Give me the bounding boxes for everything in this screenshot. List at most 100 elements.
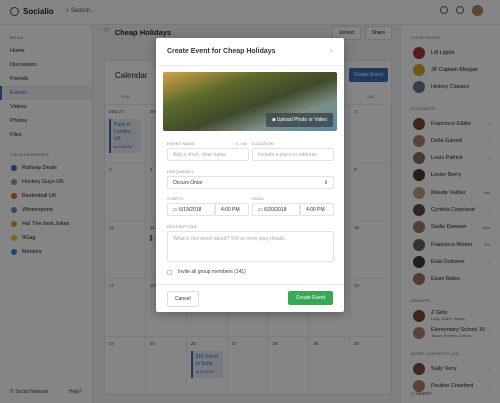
calendar-day[interactable]: 2 [350, 104, 391, 162]
pages-label: YOUR PAGES [411, 35, 441, 40]
help-link[interactable]: Help? [69, 389, 82, 395]
favorite-icon [11, 235, 17, 241]
favorite-item[interactable]: Wintersports [0, 203, 92, 217]
avatar [413, 134, 425, 147]
sidebar-item-discussion[interactable]: Discussion [0, 58, 92, 72]
calendar-day[interactable]: 29 [309, 336, 351, 394]
calendar-event[interactable]: Party in London, UK at 8:00PM [109, 119, 141, 153]
globe-icon[interactable] [440, 6, 448, 14]
avatar [413, 81, 425, 94]
contact-item[interactable]: Essie Bates • [401, 271, 500, 288]
calendar-day[interactable]: 27 [227, 336, 269, 394]
contact-name-wrap: JP Captain Morgan [431, 67, 478, 73]
calendar-day[interactable]: 24 [105, 336, 146, 394]
sidebar-item-friends[interactable]: Friends [0, 72, 92, 86]
invite-checkbox[interactable]: Invite all group members (141) [167, 269, 246, 275]
favorite-item[interactable]: Ha! The best Jokes [0, 217, 92, 231]
avatar [413, 273, 425, 286]
upload-photo-button[interactable]: ◙ Upload Photo or Video [266, 113, 333, 127]
calendar-day[interactable]: 30 [350, 336, 391, 394]
favorite-icon [11, 193, 17, 199]
sidebar-item-files[interactable]: Files [0, 128, 92, 142]
contact-item[interactable]: Z Girls Lucy, Claire, Sarah [401, 307, 500, 324]
groups-label: GROUPS [411, 297, 431, 303]
calendar-day[interactable]: 17 [105, 278, 146, 336]
frequency-select[interactable]: Occurs Once ⇕ [167, 176, 334, 189]
contact-status: • [488, 138, 490, 144]
contact-name-wrap: Francisco Gibbs [431, 121, 471, 127]
contact-item[interactable]: Della Garrett • [401, 132, 500, 149]
contact-status: • [488, 259, 490, 265]
contact-item[interactable]: Cynthia Copeland • [401, 201, 500, 218]
contact-item[interactable]: Maude Valdez 8m [401, 184, 500, 201]
favorite-item[interactable]: Basketball UK [0, 189, 92, 203]
sidebar-item-photos[interactable]: Photos [0, 114, 92, 128]
end-date-input[interactable]: ▭ 6/20/2018 [252, 203, 300, 216]
avatar[interactable] [472, 5, 483, 16]
contact-status: • [488, 330, 490, 336]
calendar-day[interactable]: 10 [105, 220, 146, 278]
contact-name: Della Garrett [431, 137, 463, 144]
location-input[interactable]: Include a place or address [252, 148, 334, 161]
contact-name-wrap: Maude Valdez [431, 190, 466, 196]
create-event-button[interactable]: Create Event [348, 68, 388, 82]
end-time-input[interactable]: 4:00 PM [300, 203, 334, 216]
search-input[interactable]: ⌕ Search... [66, 8, 95, 15]
sidebar-item-home[interactable]: Home [0, 44, 92, 58]
start-time-input[interactable]: 4:00 PM [215, 203, 249, 216]
cancel-button[interactable]: Cancel [167, 291, 199, 307]
contact-item[interactable]: Sadie Dawson 30m [401, 219, 500, 236]
sidebar-item-videos[interactable]: Videos [0, 100, 92, 114]
group-members: Lucy, Claire, Sarah [431, 316, 465, 321]
calendar-event[interactable]: $15 Picnic in Sofia at 9:00PM [190, 351, 223, 378]
weekday-header: SUN [121, 94, 130, 99]
description-textarea[interactable]: What is this event about? Tell us more j… [167, 231, 334, 262]
contact-item[interactable]: Lester Berry • [401, 167, 500, 184]
calendar-day[interactable]: 3 [105, 162, 146, 220]
calendar-day[interactable]: 9 [350, 162, 391, 220]
contact-item[interactable]: Elementary School 16 Jason, Romeo, Carlos… [401, 324, 500, 341]
contact-item[interactable]: Eula Osborne • [401, 253, 500, 270]
close-icon[interactable]: × [329, 49, 333, 55]
contact-item[interactable]: JP Captain Morgan [401, 61, 500, 78]
favorite-icon [11, 221, 17, 227]
calendar-day[interactable]: 28 [268, 336, 310, 394]
contact-item[interactable]: Louis Patrick • [401, 149, 500, 166]
favorite-item[interactable]: Hockey Guys UK [0, 175, 92, 189]
contact-name-wrap: Eula Osborne [431, 259, 465, 265]
favorite-icon [11, 207, 17, 213]
contact-item[interactable]: Sally Terry • [401, 360, 500, 377]
calendar-day[interactable]: 25 [145, 336, 187, 394]
favorite-item[interactable]: Mentors [0, 245, 92, 259]
calendar-day[interactable]: 26 $15 Picnic in Sofia at 9:00PM [186, 336, 228, 394]
logo[interactable]: Socialio [10, 7, 54, 16]
contact-name-wrap: Sadie Dawson [431, 224, 466, 230]
share-button[interactable]: Share [364, 26, 392, 40]
calendar-day[interactable]: May 27 Party in London, UK at 8:00PM [105, 104, 146, 162]
calendar-day[interactable]: 16 [350, 220, 391, 278]
day-number: May 27 [109, 109, 124, 114]
favorite-item[interactable]: Railway Deals [0, 161, 92, 175]
location-label: LOCATION [252, 141, 274, 146]
event-name-input[interactable]: Add a short, clear name [167, 148, 249, 161]
sidebar-item-events[interactable]: Events [0, 86, 92, 100]
select-arrows-icon: ⇕ [323, 179, 328, 186]
contact-item[interactable]: Lift Lights [401, 44, 500, 61]
avatar [413, 363, 425, 376]
day-number: 26 [190, 341, 196, 346]
start-date-input[interactable]: ▭ 6/19/2018 [167, 203, 215, 216]
event-title: $15 Picnic in Sofia [195, 354, 219, 367]
create-event-submit-button[interactable]: Create Event [287, 291, 333, 305]
contact-search-input[interactable]: ⌕ Search... [411, 391, 435, 397]
avatar [413, 169, 425, 182]
contact-item[interactable]: Francisco Weber 1hr [401, 236, 500, 253]
avatar [413, 238, 425, 251]
contact-name-wrap: Z Girls Lucy, Claire, Sarah [431, 310, 465, 321]
calendar-day[interactable]: 23 [350, 278, 391, 336]
contact-item[interactable]: History Classes [401, 79, 500, 96]
notifications-icon[interactable] [456, 6, 464, 14]
contact-item[interactable]: Francisco Gibbs • [401, 115, 500, 132]
contact-name-wrap: Elementary School 16 Jason, Romeo, Carlos… [431, 327, 485, 338]
favorite-item[interactable]: 9Gag [0, 231, 92, 245]
checkbox[interactable] [167, 269, 172, 275]
